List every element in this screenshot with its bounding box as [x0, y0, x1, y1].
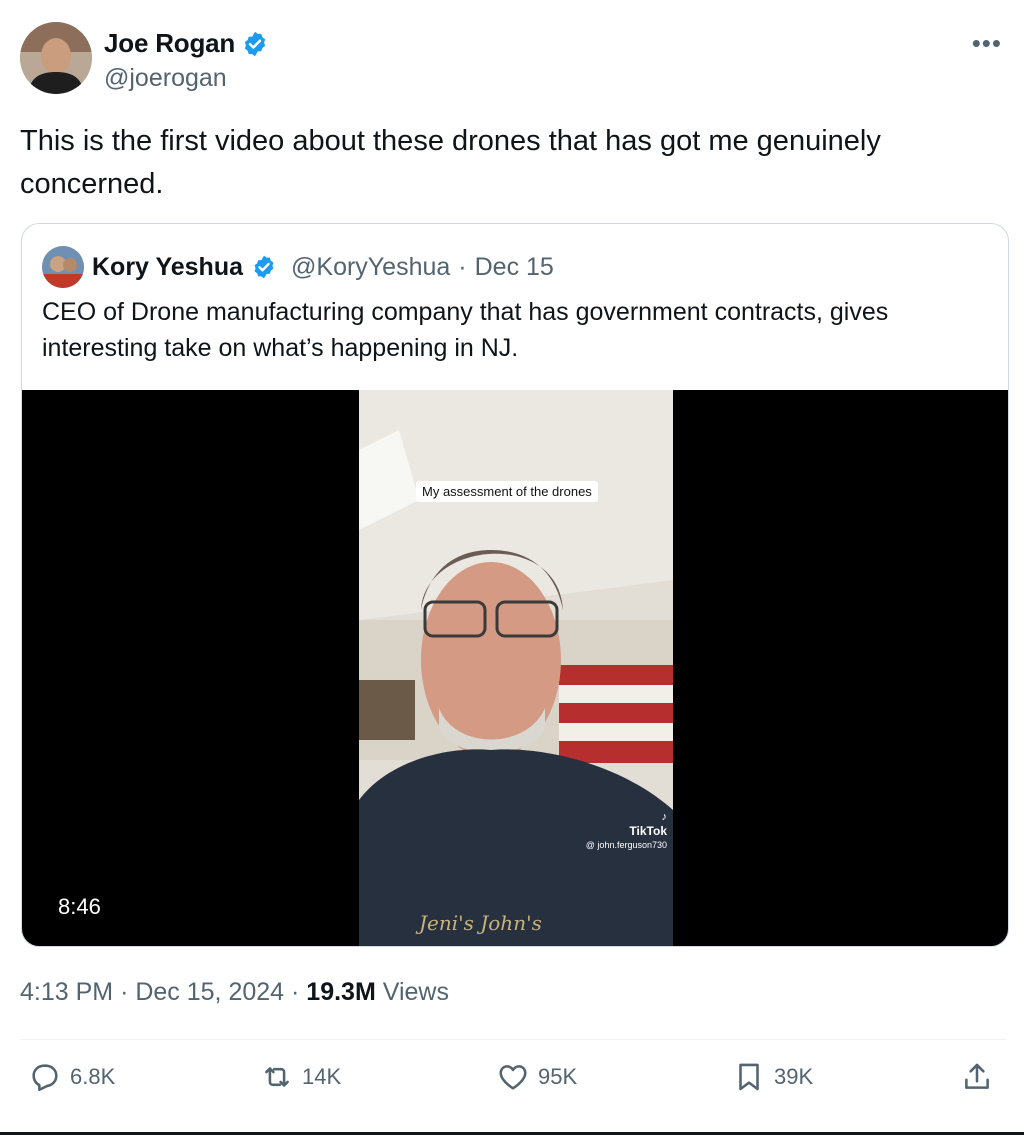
meta-separator: · — [120, 978, 129, 1006]
repost-button[interactable]: 14K — [260, 1060, 341, 1094]
heart-icon — [499, 1065, 527, 1090]
bookmark-count: 39K — [774, 1064, 814, 1089]
tiktok-icon: ♪ — [661, 811, 668, 823]
author-name[interactable]: Joe Rogan — [104, 28, 235, 59]
repost-count: 14K — [302, 1064, 342, 1089]
author-handle[interactable]: @joerogan — [104, 64, 227, 93]
quoted-text: CEO of Drone manufacturing company that … — [42, 298, 889, 362]
more-icon[interactable]: ••• — [972, 28, 1002, 59]
quoted-author-handle[interactable]: @KoryYeshua — [291, 253, 450, 282]
tweet-text: This is the first video about these dron… — [20, 125, 881, 200]
tiktok-brand: TikTok — [629, 824, 667, 838]
share-button[interactable] — [960, 1060, 994, 1094]
tweet-date[interactable]: Dec 15, 2024 — [135, 978, 284, 1006]
like-button[interactable]: 95K — [496, 1060, 577, 1094]
quoted-date[interactable]: Dec 15 — [475, 253, 554, 282]
video-caption: My assessment of the drones — [416, 481, 598, 502]
tiktok-user: @ john.ferguson730 — [585, 840, 667, 850]
tiktok-watermark: ♪ TikTok @ john.ferguson730 — [586, 810, 667, 852]
quoted-avatar-image — [42, 246, 84, 288]
quoted-author-name[interactable]: Kory Yeshua — [92, 253, 243, 282]
divider — [20, 1039, 1006, 1040]
views-label: Views — [382, 978, 449, 1006]
share-icon — [965, 1063, 989, 1089]
bookmark-button[interactable]: 39K — [732, 1060, 813, 1094]
author-avatar-image — [20, 22, 92, 94]
verified-badge-icon — [244, 31, 266, 56]
video-thumbnail: Jeni's John's — [359, 390, 673, 946]
video-frame: Jeni's John's My assessment of the drone… — [359, 390, 673, 946]
repost-icon — [265, 1067, 289, 1087]
video-duration: 8:46 — [58, 894, 101, 919]
reply-icon — [32, 1064, 58, 1092]
like-count: 95K — [538, 1064, 578, 1089]
author-avatar[interactable] — [20, 22, 92, 94]
reply-count: 6.8K — [70, 1064, 116, 1089]
bookmark-icon — [739, 1063, 759, 1091]
bottom-border — [0, 1132, 1024, 1135]
action-bar: 6.8K 14K 95K 39K — [28, 1060, 1004, 1102]
tweet-time[interactable]: 4:13 PM — [20, 978, 113, 1006]
tweet-meta: 4:13 PM · Dec 15, 2024 · 19.3M Views — [20, 978, 449, 1007]
quoted-tweet[interactable]: Kory Yeshua @KoryYeshua · Dec 15 CEO of … — [21, 223, 1009, 947]
views-count: 19.3M — [306, 978, 376, 1006]
quoted-author-avatar[interactable] — [42, 246, 84, 288]
quoted-separator: · — [458, 252, 467, 281]
svg-text:Jeni's John's: Jeni's John's — [415, 911, 542, 935]
reply-button[interactable]: 6.8K — [28, 1060, 115, 1094]
verified-badge-icon — [254, 255, 274, 279]
tweet-header: Joe Rogan @joerogan ••• — [20, 22, 1010, 98]
meta-separator: · — [291, 978, 300, 1006]
video-player[interactable]: Jeni's John's My assessment of the drone… — [22, 390, 1008, 946]
